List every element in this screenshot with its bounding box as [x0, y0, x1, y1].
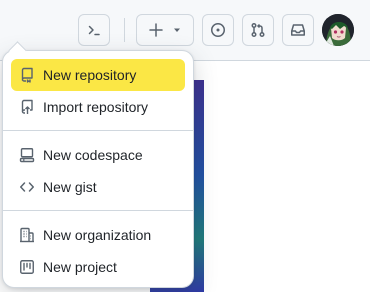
menu-item-new-codespace[interactable]: New codespace	[11, 139, 185, 171]
menu-divider	[3, 210, 193, 211]
menu-item-new-organization[interactable]: New organization	[11, 219, 185, 251]
menu-item-import-repository[interactable]: Import repository	[11, 91, 185, 123]
git-pull-request-icon	[250, 22, 266, 38]
menu-item-new-project[interactable]: New project	[11, 251, 185, 283]
avatar-image	[322, 14, 354, 46]
plus-icon	[148, 22, 164, 38]
user-avatar[interactable]	[322, 14, 354, 46]
create-new-button[interactable]	[136, 14, 194, 46]
menu-item-new-gist[interactable]: New gist	[11, 171, 185, 203]
issue-opened-icon	[210, 22, 226, 38]
menu-item-label: New gist	[43, 179, 97, 195]
code-icon	[19, 179, 35, 195]
menu-divider	[3, 130, 193, 131]
terminal-icon	[86, 22, 102, 38]
menu-item-label: New project	[43, 259, 117, 275]
inbox-icon	[290, 22, 306, 38]
menu-item-label: New repository	[43, 67, 137, 83]
codespaces-icon	[19, 147, 35, 163]
repo-icon	[19, 67, 35, 83]
repo-push-icon	[19, 99, 35, 115]
menu-item-label: Import repository	[43, 99, 149, 115]
pull-requests-button[interactable]	[242, 14, 274, 46]
header-divider	[124, 18, 125, 42]
organization-icon	[19, 227, 35, 243]
menu-item-new-repository[interactable]: New repository	[11, 59, 185, 91]
menu-item-label: New organization	[43, 227, 152, 243]
command-palette-button[interactable]	[78, 14, 110, 46]
issues-button[interactable]	[202, 14, 234, 46]
create-new-dropdown-menu: New repository Import repository New cod…	[2, 50, 194, 288]
project-icon	[19, 259, 35, 275]
triangle-down-icon	[172, 25, 182, 35]
inbox-button[interactable]	[282, 14, 314, 46]
menu-item-label: New codespace	[43, 147, 143, 163]
